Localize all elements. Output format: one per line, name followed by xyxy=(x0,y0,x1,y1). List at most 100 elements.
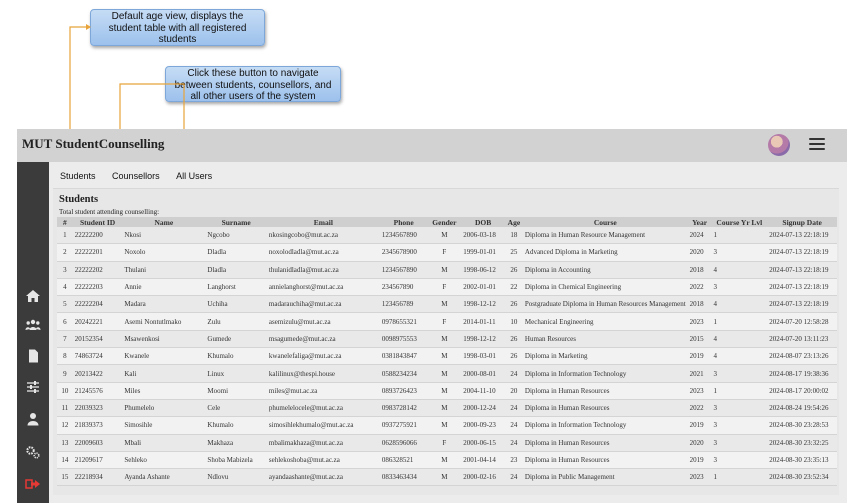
cell-age: 25 xyxy=(504,243,523,262)
cell-surname: Dladla xyxy=(205,261,267,279)
column-header: DOB xyxy=(461,217,505,227)
cell-row-number: 12 xyxy=(57,416,73,435)
table-row: 13 22009603 Mbali Makhaza mbalimakhaza@mut.a… xyxy=(57,434,837,452)
cell-gender: M xyxy=(427,416,462,435)
cell-student-id: 22222204 xyxy=(72,295,123,314)
cell-row-number: 10 xyxy=(57,382,73,400)
cell-dob: 2004-11-10 xyxy=(461,382,505,400)
cell-gender: M xyxy=(427,330,462,349)
cell-phone: 0893726423 xyxy=(379,382,428,400)
cell-name: Kwanele xyxy=(122,347,206,366)
cell-email: madarauchiha@mut.ac.za xyxy=(266,295,380,314)
cell-signup-date: 2024-07-13 22:18:19 xyxy=(767,243,837,262)
column-header: Age xyxy=(504,217,523,227)
cell-signup-date: 2024-08-24 19:54:26 xyxy=(767,399,837,418)
cell-year: 2022 xyxy=(687,278,712,297)
cell-email: kalilinux@thespi.house xyxy=(266,364,380,383)
cell-phone: 0978655321 xyxy=(379,312,428,331)
cell-student-id: 22222201 xyxy=(72,243,123,262)
cell-year: 2018 xyxy=(687,295,712,314)
cell-phone: 1234567890 xyxy=(379,227,428,245)
cell-name: Annie xyxy=(122,278,206,297)
cell-dob: 1998-06-12 xyxy=(461,261,505,279)
home-icon[interactable] xyxy=(25,289,41,303)
cell-student-id: 20242221 xyxy=(72,312,123,331)
cell-name: Ayanda Ashante xyxy=(122,468,206,487)
cell-gender: M xyxy=(427,382,462,400)
user-icon[interactable] xyxy=(25,412,41,426)
settings-icon[interactable] xyxy=(25,445,41,459)
avatar[interactable] xyxy=(768,134,790,156)
cell-surname: Ndlovu xyxy=(205,468,267,487)
cell-course-year-level: 3 xyxy=(711,416,768,435)
cell-student-id: 21839373 xyxy=(72,416,123,435)
cell-year: 2024 xyxy=(687,227,712,245)
cell-age: 18 xyxy=(504,227,523,245)
table-row: 14 21209617 Sehleko Shoba Mabizela sehlekosh… xyxy=(57,451,837,470)
tab-students[interactable]: Students xyxy=(60,171,96,181)
cell-year: 2022 xyxy=(687,399,712,418)
cell-age: 24 xyxy=(504,416,523,435)
cell-name: Kali xyxy=(122,364,206,383)
cell-course-year-level: 4 xyxy=(711,261,768,279)
cell-age: 24 xyxy=(504,468,523,487)
cell-age: 24 xyxy=(504,364,523,383)
cell-email: miles@mut.ac.za xyxy=(266,382,380,400)
cell-name: Sehleko xyxy=(122,451,206,470)
cell-year: 2019 xyxy=(687,451,712,470)
cell-dob: 2006-03-18 xyxy=(461,227,505,245)
cell-phone: 123456789 xyxy=(379,295,428,314)
cell-phone: 0983728142 xyxy=(379,399,428,418)
cell-signup-date: 2024-08-30 23:52:34 xyxy=(767,468,837,487)
cell-surname: Shoba Mabizela xyxy=(205,451,267,470)
table-row: 8 74863724 Kwanele Khumalo kwanelefaliga@mut… xyxy=(57,347,837,366)
table-row: 1 22222200 Nkosi Ngcobo nkosingcobo@mut.ac.z… xyxy=(57,227,837,245)
table-row: 9 20213422 Kali Linux kalilinux@thespi.house… xyxy=(57,364,837,383)
cell-surname: Uchiha xyxy=(205,295,267,314)
cell-row-number: 1 xyxy=(57,227,73,245)
cell-year: 2019 xyxy=(687,416,712,435)
cell-age: 26 xyxy=(504,295,523,314)
cell-course-year-level: 1 xyxy=(711,312,768,331)
cell-year: 2015 xyxy=(687,330,712,349)
cell-surname: Gumede xyxy=(205,330,267,349)
cell-surname: Zulu xyxy=(205,312,267,331)
column-header: # xyxy=(57,217,73,227)
cell-phone: 0098975553 xyxy=(379,330,428,349)
sliders-icon[interactable] xyxy=(25,380,41,394)
cell-gender: F xyxy=(427,243,462,262)
table-row: 11 22039323 Phumelelo Cele phumelelocele@mut… xyxy=(57,399,837,418)
cell-course: Diploma in Human Resources xyxy=(522,382,688,400)
cell-course-year-level: 3 xyxy=(711,364,768,383)
cell-email: kwanelefaliga@mut.ac.za xyxy=(266,347,380,366)
callout-default-view-text: Default age view, displays the student t… xyxy=(108,11,247,45)
logout-icon[interactable] xyxy=(25,477,41,491)
cell-row-number: 8 xyxy=(57,347,73,366)
tab-all-users[interactable]: All Users xyxy=(176,171,212,181)
document-icon[interactable] xyxy=(25,349,41,363)
cell-year: 2020 xyxy=(687,434,712,452)
cell-name: Nkosi xyxy=(122,227,206,245)
cell-row-number: 6 xyxy=(57,312,73,331)
cell-row-number: 14 xyxy=(57,451,73,470)
cell-name: Simosihle xyxy=(122,416,206,435)
cell-name: Asemi Nontutlmako xyxy=(122,312,206,331)
group-icon[interactable] xyxy=(25,318,41,332)
tab-counsellors[interactable]: Counsellors xyxy=(112,171,160,181)
page-title: Students xyxy=(59,194,99,205)
cell-phone: 0588234234 xyxy=(379,364,428,383)
cell-surname: Khumalo xyxy=(205,347,267,366)
cell-surname: Khumalo xyxy=(205,416,267,435)
cell-dob: 1998-03-01 xyxy=(461,347,505,366)
cell-name: Thulani xyxy=(122,261,206,279)
cell-phone: 0833463434 xyxy=(379,468,428,487)
cell-surname: Cele xyxy=(205,399,267,418)
students-panel: Students Total student attending counsel… xyxy=(53,188,839,495)
cell-student-id: 20213422 xyxy=(72,364,123,383)
hamburger-menu-icon[interactable] xyxy=(809,135,825,153)
cell-gender: M xyxy=(427,399,462,418)
cell-age: 22 xyxy=(504,278,523,297)
cell-gender: M xyxy=(427,347,462,366)
table-row: 15 22218934 Ayanda Ashante Ndlovu ayandaasha… xyxy=(57,468,837,487)
cell-phone: 1234567890 xyxy=(379,261,428,279)
